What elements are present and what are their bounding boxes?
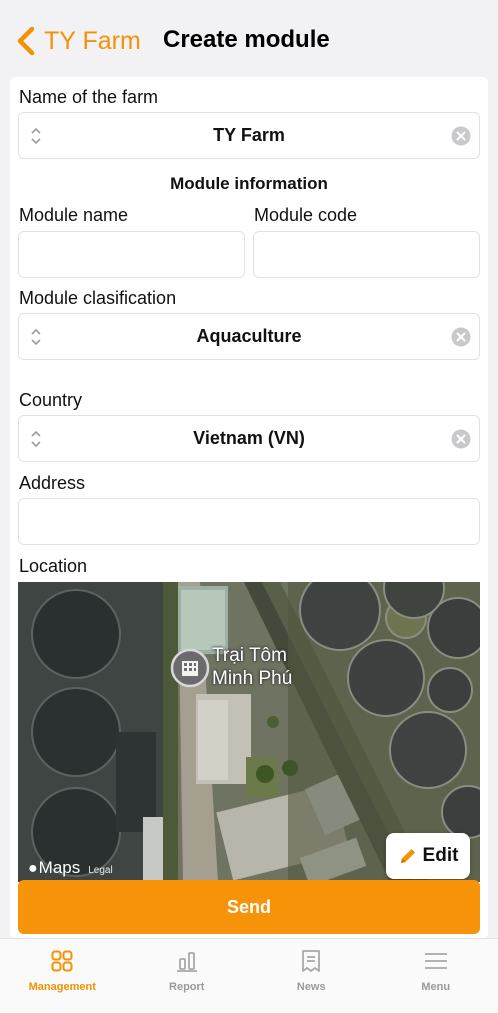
map-edit-button[interactable]: Edit — [386, 833, 470, 879]
building-pin-icon[interactable] — [170, 648, 210, 688]
chevron-left-icon — [17, 26, 35, 56]
address-input[interactable] — [18, 498, 480, 545]
tab-news-label: News — [296, 981, 326, 993]
tab-menu[interactable]: Menu — [374, 939, 498, 1013]
map-place-line2: Minh Phú — [212, 668, 293, 689]
form-card: Name of the farm TY Farm Module informat… — [10, 77, 488, 939]
pencil-icon — [400, 849, 415, 863]
farm-select[interactable]: TY Farm — [18, 112, 480, 159]
module-code-label: Module code — [254, 205, 358, 225]
tab-report-label: Report — [169, 981, 205, 993]
country-label: Country — [19, 390, 83, 410]
back-button[interactable]: TY Farm — [12, 22, 141, 60]
menu-icon — [424, 953, 447, 969]
news-icon — [302, 950, 321, 972]
apple-logo-icon: ● — [28, 860, 38, 877]
clear-icon[interactable] — [451, 429, 471, 449]
section-title: Module information — [170, 174, 328, 193]
module-name-label: Module name — [19, 205, 129, 225]
tab-management[interactable]: Management — [0, 939, 125, 1013]
maps-legal-link[interactable]: Legal — [88, 865, 112, 876]
tab-menu-label: Menu — [421, 981, 451, 993]
country-select-value: Vietnam (VN) — [193, 428, 305, 448]
back-label: TY Farm — [44, 26, 141, 55]
navigation-bar: TY Farm Create module — [0, 0, 498, 70]
tab-management-label: Management — [28, 981, 96, 993]
location-map[interactable]: Trại Tôm Minh Phú ● Maps Legal Edit — [18, 582, 480, 882]
map-place-label: Trại Tôm Minh Phú — [212, 644, 292, 690]
clear-icon[interactable] — [451, 327, 471, 347]
clear-icon[interactable] — [451, 126, 471, 146]
module-code-input[interactable] — [253, 231, 480, 278]
send-button[interactable]: Send — [18, 880, 480, 934]
map-edit-label: Edit — [422, 845, 459, 866]
classification-select-value: Aquaculture — [196, 326, 302, 346]
tab-report[interactable]: Report — [125, 939, 250, 1013]
classification-select[interactable]: Aquaculture — [18, 313, 480, 360]
location-label: Location — [19, 556, 88, 576]
farm-select-value: TY Farm — [213, 125, 285, 145]
classification-label: Module clasification — [19, 288, 177, 308]
map-place-line1: Trại Tôm — [212, 645, 287, 666]
maps-attribution: ● Maps Legal — [28, 858, 113, 878]
page-title: Create module — [163, 26, 330, 53]
tab-bar: Management Report News Menu — [0, 938, 498, 1013]
module-name-input[interactable] — [18, 231, 245, 278]
grid-icon — [51, 950, 73, 972]
tab-news[interactable]: News — [249, 939, 374, 1013]
maps-brand: Maps — [38, 858, 81, 877]
farm-name-label: Name of the farm — [19, 87, 159, 107]
address-label: Address — [19, 473, 86, 493]
bar-chart-icon — [176, 952, 197, 972]
country-select[interactable]: Vietnam (VN) — [18, 415, 480, 462]
